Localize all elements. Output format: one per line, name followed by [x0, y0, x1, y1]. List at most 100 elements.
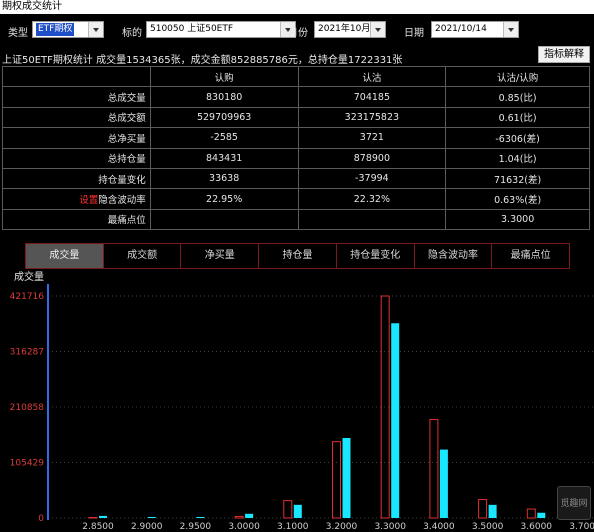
call-bar	[283, 500, 293, 519]
underlying-select-value: 510050 上证50ETF	[150, 24, 234, 34]
x-tick-label: 3.1000	[277, 522, 309, 532]
x-tick-label: 2.9500	[180, 522, 212, 532]
put-bar	[245, 513, 254, 518]
row-label: 总成交量	[2, 86, 151, 108]
ratio-value: 3.3000	[445, 208, 590, 231]
x-tick-label: 3.2000	[326, 522, 358, 532]
x-tick-label: 2.9000	[131, 522, 163, 532]
table-row: 总成交量 830180 704185 0.85(比)	[2, 86, 590, 108]
put-value	[297, 208, 447, 231]
indicator-explanation-button[interactable]: 指标解释	[538, 46, 590, 63]
put-bar	[293, 504, 302, 518]
type-select-value: ETF期权	[36, 23, 75, 36]
x-tick-label: 3.5000	[472, 522, 504, 532]
tab-turnover[interactable]: 成交额	[104, 244, 182, 268]
x-tick-label: 3.6000	[521, 522, 553, 532]
chevron-down-icon[interactable]	[503, 22, 518, 37]
watermark-text: 觅趣网	[560, 499, 588, 509]
put-bar	[439, 449, 448, 518]
put-bar	[488, 504, 497, 518]
put-value: 323175823	[297, 106, 447, 129]
date-label: 日期	[404, 28, 424, 39]
watermark-logo: 觅趣网	[557, 486, 591, 520]
ratio-value: 0.63%(差)	[445, 188, 590, 210]
put-bar	[99, 515, 107, 518]
underlying-select[interactable]: 510050 上证50ETF	[146, 21, 296, 38]
put-bar	[196, 516, 205, 518]
month-label: 月份	[288, 28, 308, 39]
row-label: 总净买量	[2, 127, 151, 149]
call-value: -2585	[149, 127, 299, 149]
type-select[interactable]: ETF期权	[32, 21, 104, 38]
put-value: 704185	[297, 86, 447, 108]
table-row: 总持仓量 843431 878900 1.04(比)	[2, 147, 590, 169]
y-tick-label: 0	[38, 514, 44, 524]
table-row: 最痛点位 3.3000	[2, 208, 590, 231]
call-value: 843431	[149, 147, 299, 169]
row-label: 最痛点位	[2, 208, 151, 231]
settings-link[interactable]: 设置	[79, 195, 98, 206]
row-label: 总持仓量	[2, 147, 151, 169]
date-picker[interactable]: 2021/10/14	[431, 21, 519, 38]
x-tick-label: 2.8500	[82, 522, 114, 532]
y-tick-label: 210858	[10, 403, 45, 413]
x-tick-label: 3.7000	[569, 522, 594, 532]
tab-oi-change[interactable]: 持仓量变化	[337, 244, 415, 268]
chevron-down-icon[interactable]	[88, 22, 103, 37]
put-bar	[342, 437, 351, 518]
table-header-cell: 认沽/认购	[445, 65, 590, 88]
call-bar	[234, 515, 244, 519]
filter-bar: 类型 ETF期权 标的 510050 上证50ETF 月份 2021年10月 日…	[0, 14, 594, 46]
underlying-label: 标的	[122, 28, 142, 39]
put-value: 3721	[297, 127, 447, 149]
summary-text: 上证50ETF期权统计 成交量1534365张，成交金额852885786元，总…	[2, 55, 403, 66]
chevron-down-icon[interactable]	[370, 22, 385, 37]
month-select[interactable]: 2021年10月	[314, 21, 386, 38]
chart-tabs: 成交量 成交额 净买量 持仓量 持仓量变化 隐含波动率 最痛点位	[25, 243, 570, 269]
put-bar	[537, 512, 546, 518]
table-header-cell: 认购	[149, 65, 299, 88]
put-bar	[147, 516, 156, 518]
type-label: 类型	[8, 28, 28, 39]
call-value	[149, 208, 299, 231]
tab-implied-volatility[interactable]: 隐含波动率	[415, 244, 493, 268]
call-bar	[429, 419, 439, 519]
call-value: 529709963	[149, 106, 299, 129]
x-tick-label: 3.4000	[423, 522, 455, 532]
ratio-value: 71632(差)	[445, 167, 590, 190]
call-bar	[88, 516, 98, 519]
y-tick-label: 105429	[10, 459, 45, 469]
window-title: 期权成交统计	[0, 0, 594, 14]
put-value: 22.32%	[297, 188, 447, 210]
call-bar	[332, 441, 341, 519]
tab-volume[interactable]: 成交量	[26, 244, 104, 268]
stats-table: 认购 认沽 认沽/认购 总成交量 830180 704185 0.85(比) 总…	[2, 65, 590, 231]
ratio-value: 1.04(比)	[445, 147, 590, 169]
call-value: 22.95%	[149, 188, 299, 210]
volume-bar-chart: 成交量 421716 316287 210858 105429 0 2.8500 2.9000…	[10, 270, 594, 532]
ratio-value: 0.85(比)	[445, 86, 590, 108]
table-row: 总成交额 529709963 323175823 0.61(比)	[2, 106, 590, 129]
x-tick-label: 3.3000	[374, 522, 406, 532]
tab-max-pain[interactable]: 最痛点位	[492, 244, 569, 268]
table-row: 总净买量 -2585 3721 -6306(差)	[2, 127, 590, 149]
call-bar	[526, 508, 536, 519]
table-row: 持仓量变化 33638 -37994 71632(差)	[2, 167, 590, 190]
put-value: 878900	[297, 147, 447, 169]
table-header-row: 认购 认沽 认沽/认购	[2, 65, 590, 88]
month-select-value: 2021年10月	[318, 24, 371, 34]
tab-net-buy[interactable]: 净买量	[181, 244, 260, 268]
ratio-value: 0.61(比)	[445, 106, 590, 129]
row-label: 隐含波动率	[98, 195, 146, 207]
y-tick-label: 421716	[10, 292, 45, 302]
row-label-cell: 设置隐含波动率	[2, 188, 151, 210]
y-axis-title: 成交量	[14, 270, 44, 283]
call-bar	[478, 499, 488, 519]
x-tick-label: 3.0000	[228, 522, 260, 532]
table-header-cell: 认沽	[297, 65, 447, 88]
row-label: 持仓量变化	[2, 167, 151, 190]
tab-open-interest[interactable]: 持仓量	[259, 244, 337, 268]
call-value: 33638	[149, 167, 299, 190]
y-tick-label: 316287	[10, 348, 44, 358]
put-value: -37994	[297, 167, 447, 190]
